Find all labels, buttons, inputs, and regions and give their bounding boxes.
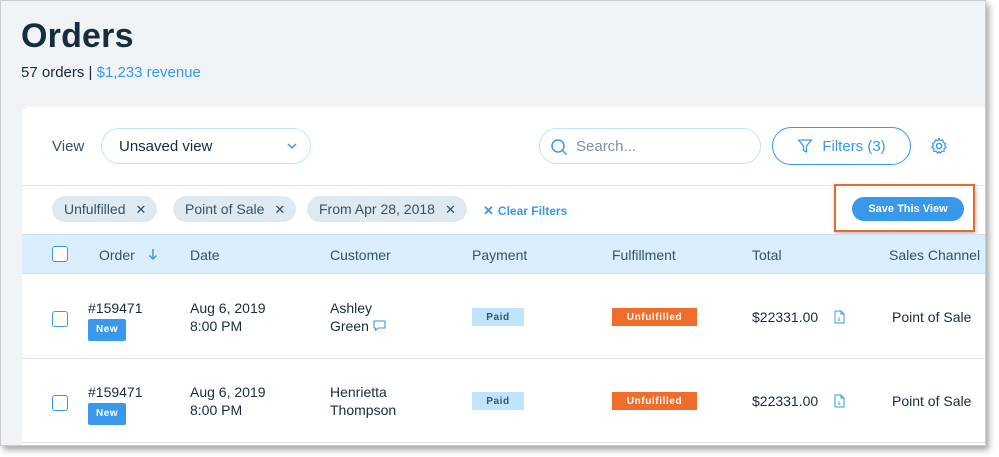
sales-channel: Point of Sale [892,309,972,325]
table-row[interactable]: #159471 New Aug 6, 2019 8:00 PM Ashley G… [22,275,985,359]
customer-name: Henrietta Thompson [330,384,397,418]
order-total: $22331.00 [752,393,819,409]
clear-icon: ✕ [483,203,494,218]
app-window: Orders 57 orders | $1,233 revenue View U… [0,0,986,446]
page-title: Orders [21,17,134,55]
chat-icon[interactable] [373,320,386,332]
search-icon [551,139,568,156]
filters-button[interactable]: Filters (3) [772,127,911,165]
invoice-icon[interactable]: $ [834,394,845,408]
order-date: Aug 6, 2019 8:00 PM [190,384,266,418]
select-all-checkbox[interactable] [52,246,68,262]
sort-down-icon[interactable] [148,248,158,261]
filters-button-label: Filters (3) [822,137,886,155]
customer-name: Ashley Green [330,299,386,335]
filter-chip-label: Point of Sale [185,201,265,217]
close-icon[interactable]: ✕ [135,203,146,216]
view-dropdown[interactable]: Unsaved view [101,128,311,164]
save-view-button[interactable]: Save This View [852,197,964,221]
column-header-payment[interactable]: Payment [472,247,527,263]
clear-filters-label: Clear Filters [497,204,568,218]
search-input[interactable] [576,137,746,155]
view-label: View [52,138,85,155]
column-header-total[interactable]: Total [752,247,782,263]
table-row[interactable]: #159471 New Aug 6, 2019 8:00 PM Henriett… [22,359,985,443]
column-header-date[interactable]: Date [190,247,220,263]
fulfillment-status-badge: Unfulfilled [612,308,697,326]
order-total: $22331.00 [752,309,819,325]
svg-text:$: $ [837,401,841,407]
new-badge: New [88,319,127,341]
close-icon[interactable]: ✕ [445,203,456,216]
svg-text:$: $ [837,317,841,323]
gear-icon[interactable] [930,137,948,155]
filter-chip-label: From Apr 28, 2018 [319,201,435,217]
chevron-down-icon [287,143,297,150]
order-number: #159471 New [88,299,143,341]
table-header: Order Date Customer Payment Fulfillment … [22,234,985,274]
filter-chip-unfulfilled[interactable]: Unfulfilled ✕ [52,196,158,222]
payment-status-badge: Paid [472,308,524,326]
revenue-link[interactable]: $1,233 revenue [97,64,201,81]
order-date: Aug 6, 2019 8:00 PM [190,300,266,334]
sales-channel: Point of Sale [892,393,972,409]
page-subtitle: 57 orders | $1,233 revenue [21,64,201,81]
filter-icon [798,139,813,153]
invoice-icon[interactable]: $ [834,310,845,324]
column-header-customer[interactable]: Customer [330,247,391,263]
search-box[interactable] [539,128,761,164]
orders-count: 57 orders | [21,64,93,81]
fulfillment-status-badge: Unfulfilled [612,392,697,410]
filter-chip-date[interactable]: From Apr 28, 2018 ✕ [307,196,467,222]
column-header-fulfillment[interactable]: Fulfillment [612,247,676,263]
view-dropdown-value: Unsaved view [119,137,213,155]
filter-chip-point-of-sale[interactable]: Point of Sale ✕ [173,196,297,222]
new-badge: New [88,403,127,425]
clear-filters-link[interactable]: ✕ Clear Filters [483,203,567,219]
orders-card: View Unsaved view Filters (3) [22,107,985,445]
row-checkbox[interactable] [52,311,68,327]
payment-status-badge: Paid [472,392,524,410]
close-icon[interactable]: ✕ [274,203,285,216]
column-header-sales-channel[interactable]: Sales Channel [889,247,980,263]
column-header-order[interactable]: Order [99,247,135,263]
row-checkbox[interactable] [52,395,68,411]
order-number: #159471 New [88,383,143,425]
filter-chip-label: Unfulfilled [64,201,126,217]
